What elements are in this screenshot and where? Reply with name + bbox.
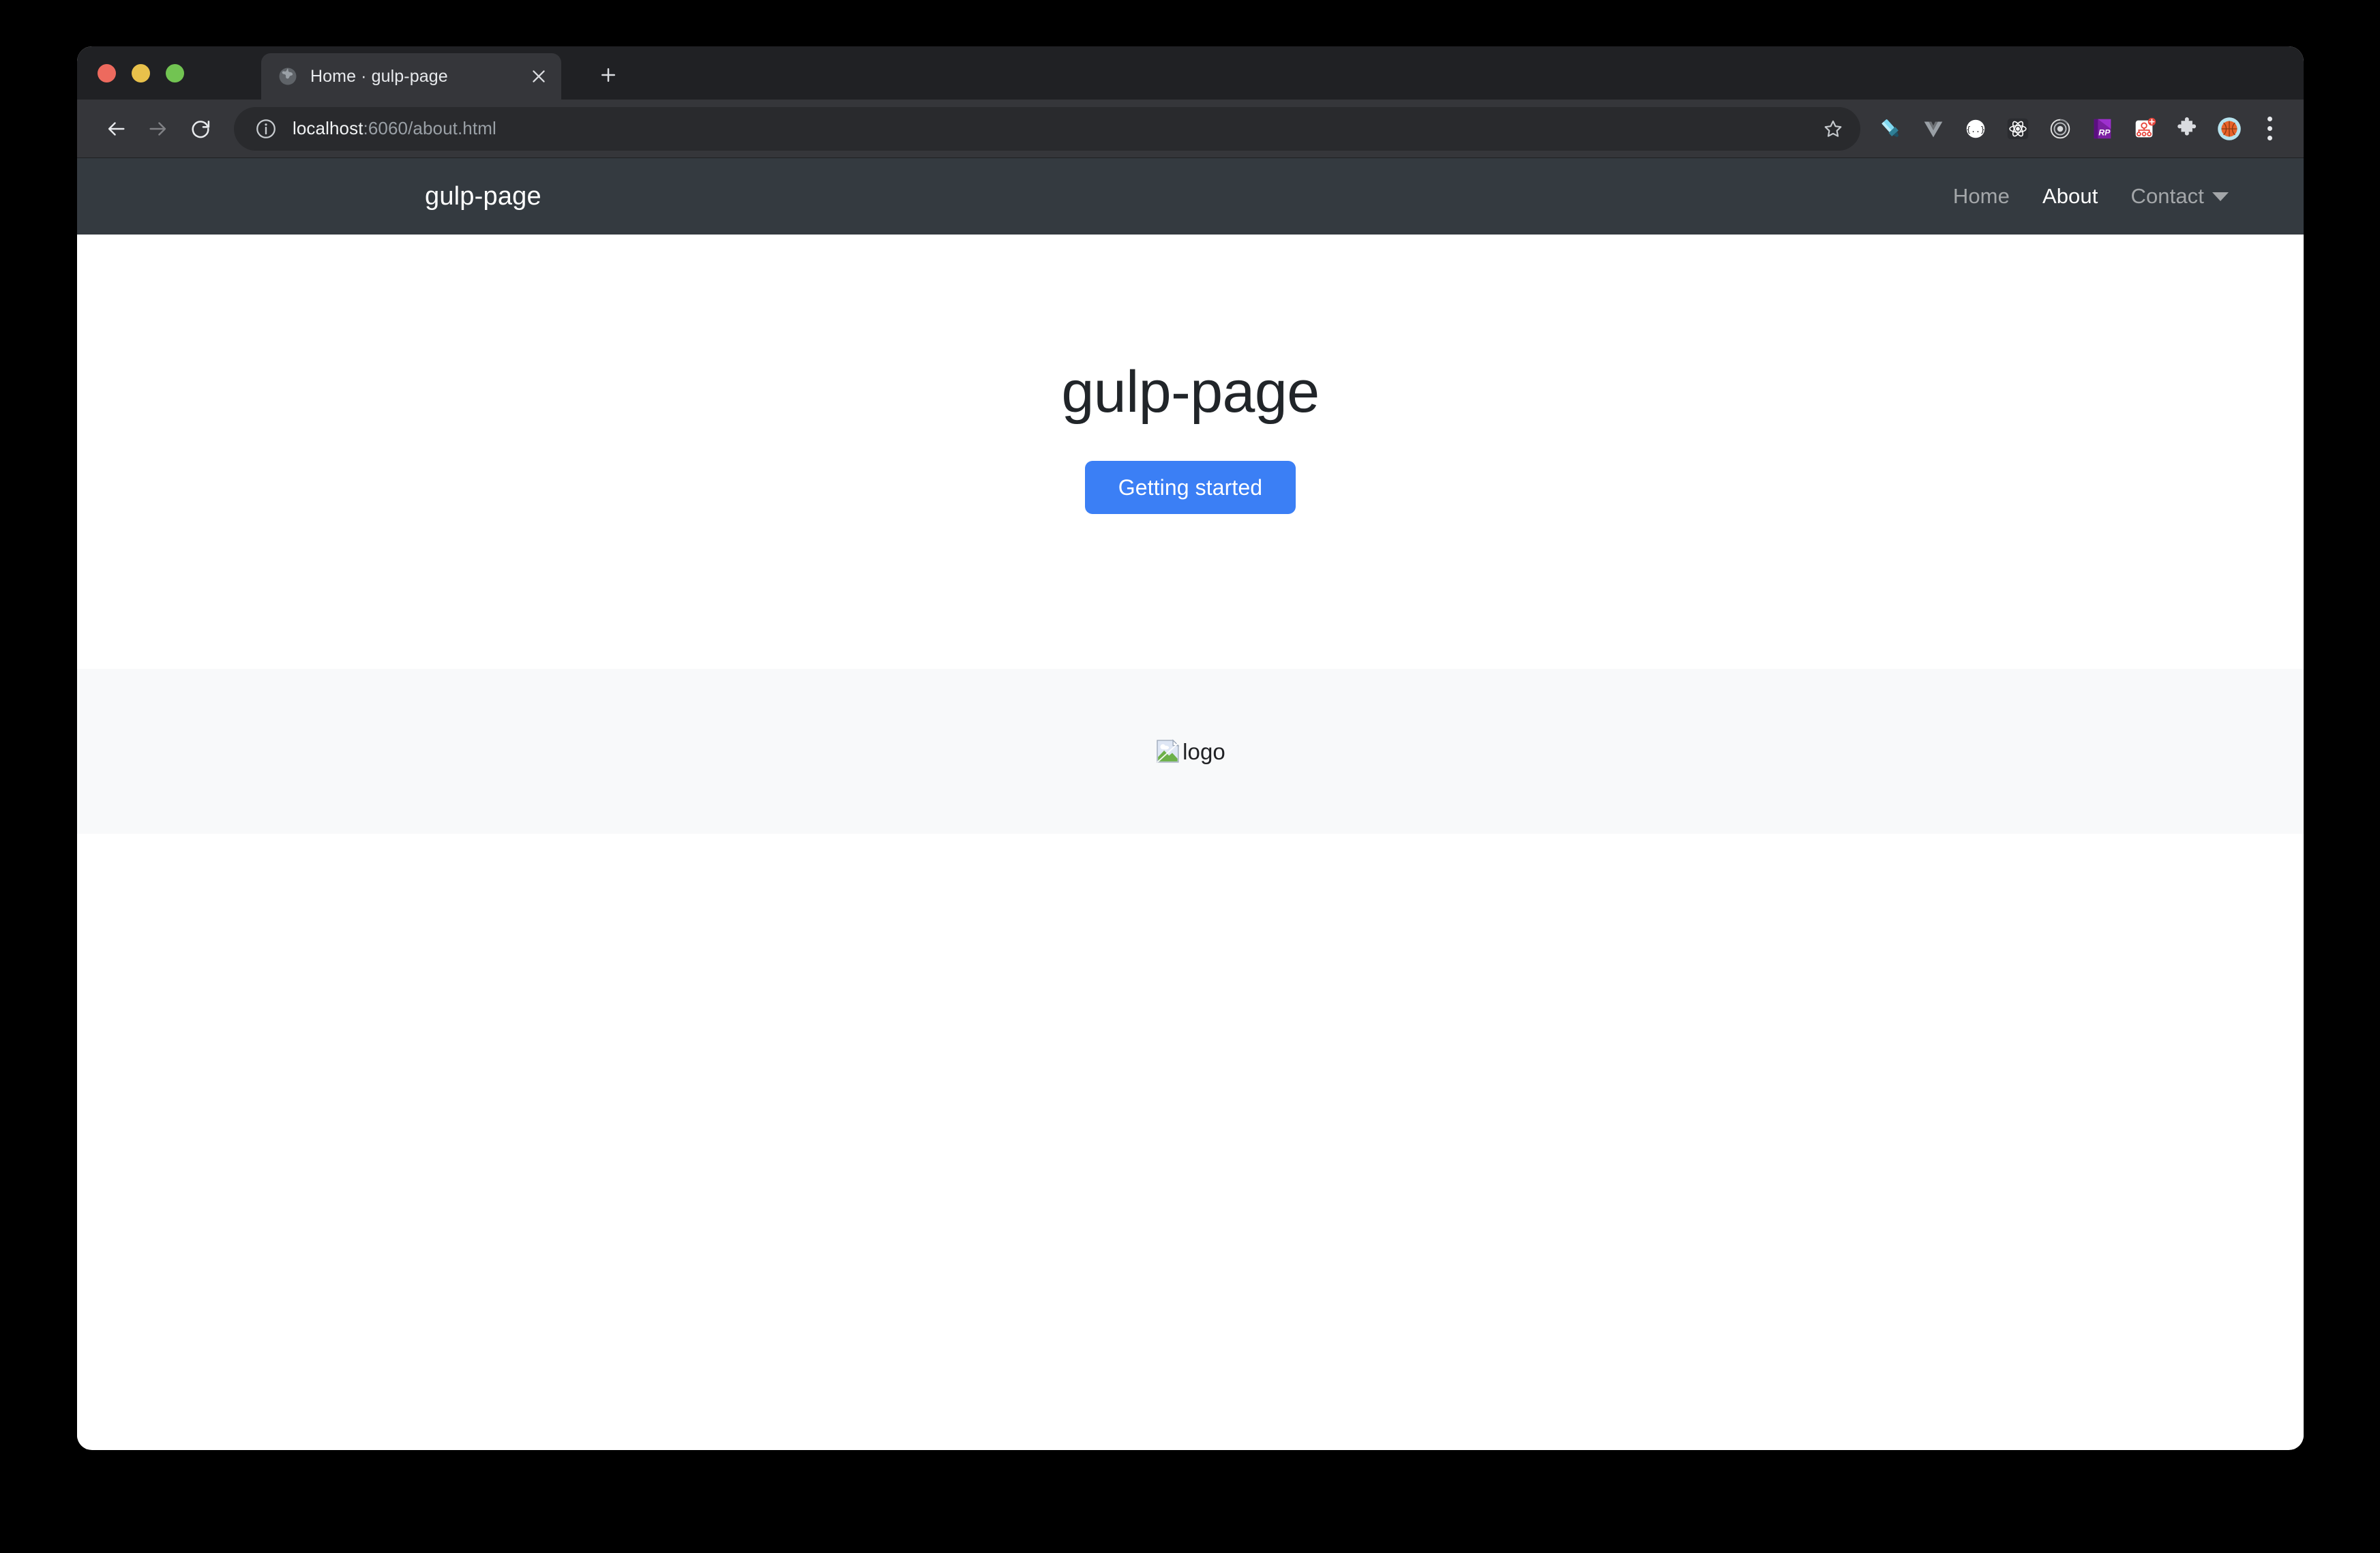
maximize-window-button[interactable] xyxy=(166,64,184,82)
page-title: gulp-page xyxy=(1061,359,1320,425)
highlighter-icon[interactable] xyxy=(1870,108,1912,150)
extensions-puzzle-icon[interactable] xyxy=(2166,108,2208,150)
forward-button[interactable] xyxy=(137,108,179,150)
tab-title: Home · gulp-page xyxy=(310,67,448,85)
nav-link-home[interactable]: Home xyxy=(1937,177,2026,215)
react-devtools-icon[interactable] xyxy=(1997,108,2039,150)
svg-text:{..}: {..} xyxy=(1966,125,1984,134)
url-host: localhost xyxy=(293,118,363,138)
tab-strip: Home · gulp-page xyxy=(77,46,2304,100)
nav-link-about[interactable]: About xyxy=(2026,177,2115,215)
browser-tab[interactable]: Home · gulp-page xyxy=(261,53,561,100)
browser-toolbar: localhost:6060/about.html {..} RP xyxy=(77,100,2304,158)
back-button[interactable] xyxy=(95,108,137,150)
page-body-remainder xyxy=(77,834,2304,1449)
browser-menu-button[interactable] xyxy=(2250,108,2289,150)
menu-dot xyxy=(2267,136,2272,140)
globe-icon xyxy=(278,66,298,87)
navbar-links: Home About Contact xyxy=(1937,177,2252,215)
rp-icon[interactable]: RP xyxy=(2081,108,2124,150)
chevron-down-icon xyxy=(2212,192,2229,201)
navbar-brand[interactable]: gulp-page xyxy=(425,182,541,211)
nav-link-contact-label: Contact xyxy=(2130,184,2204,208)
browser-window: Home · gulp-page localhost:6060/about.ht… xyxy=(77,46,2304,1450)
url-text: localhost:6060/about.html xyxy=(293,118,496,139)
logo-band: logo xyxy=(77,669,2304,834)
broken-image-icon xyxy=(1155,738,1181,764)
bookmark-star-icon[interactable] xyxy=(1818,114,1848,144)
page-viewport: gulp-page Home About Contact gulp-page G… xyxy=(77,158,2304,1449)
menu-dot xyxy=(2267,117,2272,121)
getting-started-button[interactable]: Getting started xyxy=(1084,460,1296,514)
svg-text:RP: RP xyxy=(2098,127,2111,137)
vue-devtools-icon[interactable] xyxy=(1912,108,1954,150)
logo-alt-text: logo xyxy=(1182,738,1225,764)
site-info-icon[interactable] xyxy=(254,117,278,140)
url-path: :6060/about.html xyxy=(363,118,496,138)
window-traffic-lights xyxy=(98,64,184,82)
menu-dot xyxy=(2267,126,2272,131)
logo-image[interactable]: logo xyxy=(1155,738,1225,764)
target-icon[interactable] xyxy=(2039,108,2081,150)
close-window-button[interactable] xyxy=(98,64,116,82)
new-tab-button[interactable] xyxy=(592,59,625,91)
hero-section: gulp-page Getting started xyxy=(77,235,2304,669)
close-tab-icon[interactable] xyxy=(523,61,554,92)
extensions-bar: {..} RP xyxy=(1870,108,2289,150)
sitemap-add-icon[interactable] xyxy=(2124,108,2166,150)
minimize-window-button[interactable] xyxy=(132,64,150,82)
nav-link-contact[interactable]: Contact xyxy=(2114,177,2252,215)
json-viewer-icon[interactable]: {..} xyxy=(1954,108,1997,150)
reload-button[interactable] xyxy=(179,108,222,150)
address-bar[interactable]: localhost:6060/about.html xyxy=(234,106,1860,151)
profile-avatar[interactable] xyxy=(2208,108,2250,150)
site-navbar: gulp-page Home About Contact xyxy=(77,158,2304,235)
